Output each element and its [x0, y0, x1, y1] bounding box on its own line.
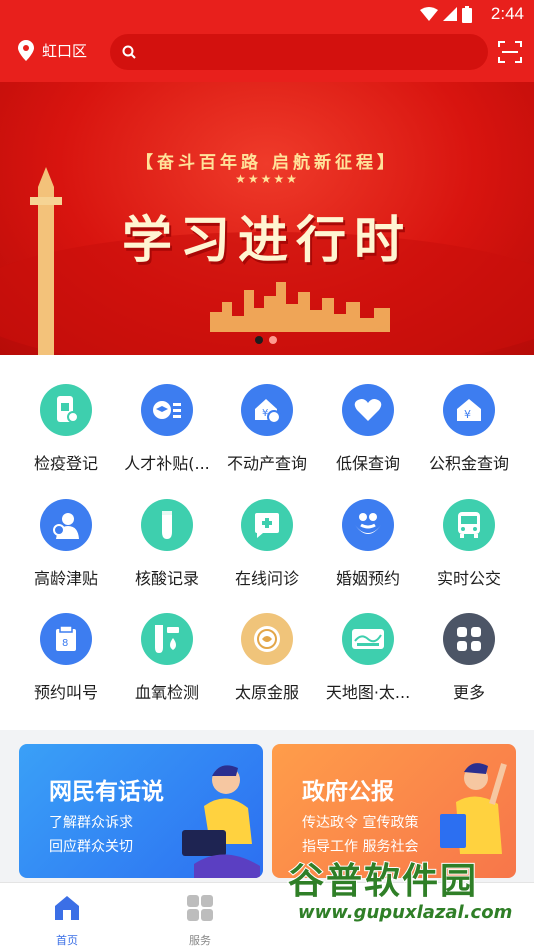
tab-services[interactable]: 服务: [145, 893, 255, 948]
tab-home[interactable]: 首页: [12, 893, 122, 948]
service-more[interactable]: 更多: [416, 613, 522, 703]
service-nucleic-acid-record[interactable]: 核酸记录: [114, 499, 220, 589]
service-real-estate-query[interactable]: ¥ 不动产查询: [214, 384, 320, 474]
service-housing-fund-query[interactable]: ¥ 公积金查询: [416, 384, 522, 474]
location-label: 虹口区: [42, 42, 88, 60]
watermark-title: 谷普软件园: [287, 860, 479, 903]
service-label: 核酸记录: [134, 569, 199, 588]
promo-card-netizen-voice[interactable]: 网民有话说 了解群众诉求 回应群众关切: [19, 744, 263, 878]
service-label: 公积金查询: [428, 454, 509, 473]
carousel-indicator: [255, 336, 277, 344]
promo-subtitle: 回应群众关切: [49, 839, 133, 855]
search-input[interactable]: [144, 44, 464, 60]
status-bar: 2:44: [0, 0, 534, 28]
house-yen-icon: ¥: [443, 384, 495, 436]
tab-label: 首页: [56, 934, 78, 947]
test-tube-icon: [141, 499, 193, 551]
service-label: 高龄津贴: [33, 569, 98, 588]
couple-icon: [342, 499, 394, 551]
service-blood-oxygen[interactable]: 血氧检测: [114, 613, 220, 703]
service-queue-number[interactable]: 8 预约叫号: [13, 613, 119, 703]
svg-text:8: 8: [62, 638, 68, 649]
service-label: 人才补贴(...: [124, 454, 210, 473]
gold-coin-icon: [241, 613, 293, 665]
search-icon: [122, 45, 136, 59]
signal-icon: [443, 7, 457, 21]
service-tianditu-map[interactable]: 天地图·太...: [315, 613, 421, 703]
top-header: 2:44 虹口区: [0, 0, 534, 82]
service-label: 在线问诊: [234, 569, 299, 588]
service-label: 预约叫号: [33, 683, 98, 702]
bus-icon: [443, 499, 495, 551]
promo-subtitle: 了解群众诉求: [49, 815, 133, 831]
service-label: 更多: [452, 683, 485, 702]
service-elderly-allowance[interactable]: 高龄津贴: [13, 499, 119, 589]
banner-stars: ★★★★★: [235, 172, 299, 186]
carousel-dot-2[interactable]: [269, 336, 277, 344]
service-online-consultation[interactable]: 在线问诊: [214, 499, 320, 589]
elder-icon: [40, 499, 92, 551]
service-low-income-query[interactable]: 低保查询: [315, 384, 421, 474]
location-selector[interactable]: 虹口区: [18, 40, 87, 61]
service-label: 太原金服: [234, 683, 299, 702]
promo-title: 网民有话说: [49, 779, 164, 805]
scan-icon[interactable]: [498, 40, 522, 64]
house-yen-icon: ¥: [241, 384, 293, 436]
banner-carousel[interactable]: 【奋斗百年路 启航新征程】 ★★★★★ 学习进行时: [0, 82, 534, 355]
service-talent-subsidy[interactable]: 人才补贴(...: [114, 384, 220, 474]
service-realtime-bus[interactable]: 实时公交: [416, 499, 522, 589]
service-label: 低保查询: [335, 454, 400, 473]
service-label: 不动产查询: [226, 454, 307, 473]
phone-scan-icon: [40, 384, 92, 436]
more-grid-icon: [443, 613, 495, 665]
site-watermark: 谷普软件园 www.gupuxlazal.com: [287, 852, 528, 942]
banner-title: 学习进行时: [122, 210, 412, 269]
battery-icon: [462, 5, 472, 23]
service-label: 婚姻预约: [335, 569, 400, 588]
service-label: 检疫登记: [33, 454, 98, 473]
city-skyline-image: [210, 282, 390, 332]
service-label: 天地图·太...: [325, 683, 411, 702]
service-taiyuan-finance[interactable]: 太原金服: [214, 613, 320, 703]
promo-subtitle: 传达政令 宣传政策: [302, 815, 419, 831]
graduation-cap-icon: [141, 384, 193, 436]
services-grid: 检疫登记 人才补贴(... ¥ 不动产查询 低保查询 ¥ 公积金查询 高龄津贴 …: [0, 355, 534, 730]
heart-icon: [342, 384, 394, 436]
service-marriage-appointment[interactable]: 婚姻预约: [315, 499, 421, 589]
tab-label: 服务: [189, 934, 211, 947]
medical-chat-icon: [241, 499, 293, 551]
map-world-icon: [342, 613, 394, 665]
queue-ticket-icon: 8: [40, 613, 92, 665]
watermark-url: www.gupuxlazal.com: [298, 902, 513, 923]
service-quarantine-registration[interactable]: 检疫登记: [13, 384, 119, 474]
home-icon: [55, 896, 79, 920]
status-time: 2:44: [490, 4, 524, 23]
carousel-dot-1[interactable]: [255, 336, 263, 344]
promo-title: 政府公报: [302, 779, 394, 805]
wifi-icon: [420, 7, 438, 21]
blood-oxygen-icon: [141, 613, 193, 665]
status-icons: [420, 5, 472, 23]
search-bar[interactable]: [110, 34, 488, 70]
svg-text:¥: ¥: [464, 408, 471, 421]
apps-grid-icon: [187, 895, 213, 921]
banner-slogan: 【奋斗百年路 启航新征程】: [136, 153, 398, 173]
person-laptop-illustration: [182, 765, 260, 878]
service-label: 血氧检测: [134, 683, 199, 702]
service-label: 实时公交: [436, 569, 501, 588]
app-screen: 2:44 虹口区 【奋斗百年路 启航新征程】 ★★★★★ 学习进行时 检疫登记 …: [0, 0, 534, 950]
location-pin-icon: [18, 40, 34, 61]
